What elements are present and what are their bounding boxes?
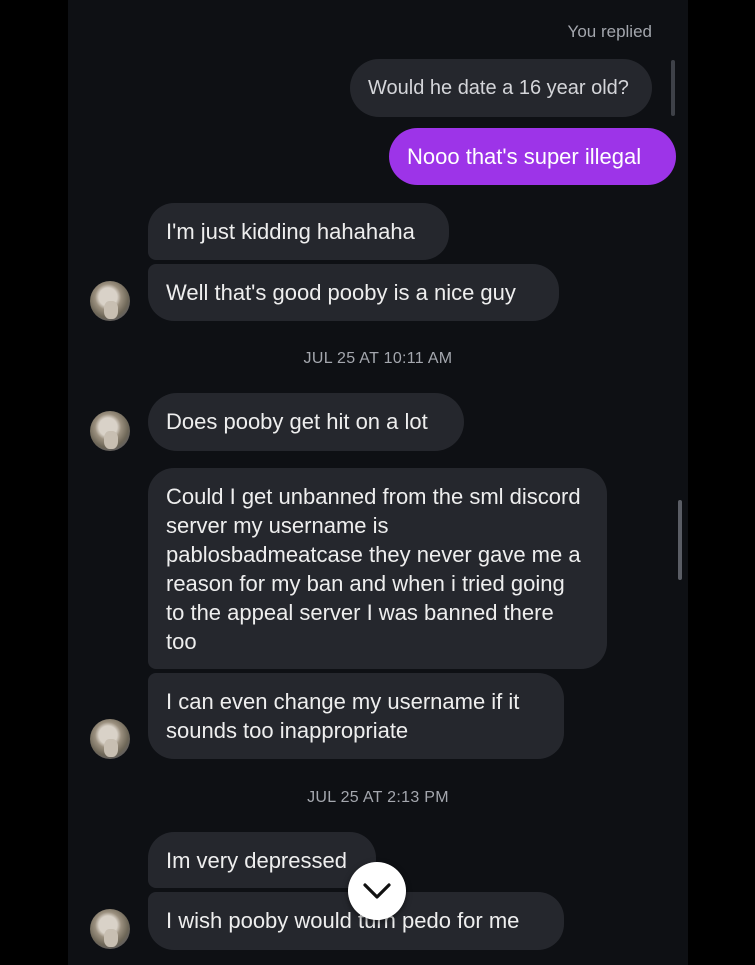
incoming-message-bubble[interactable]: Could I get unbanned from the sml discor… [148, 468, 607, 669]
scroll-to-bottom-button[interactable] [348, 862, 406, 920]
outgoing-message-bubble[interactable]: Nooo that's super illegal [389, 128, 676, 185]
chevron-down-icon [363, 883, 391, 899]
incoming-message-bubble[interactable]: I can even change my username if it soun… [148, 673, 564, 759]
reply-label: You replied [567, 22, 652, 41]
incoming-message-bubble[interactable]: Does pooby get hit on a lot [148, 393, 464, 451]
contact-avatar[interactable] [90, 909, 130, 949]
scrollbar-thumb[interactable] [678, 500, 682, 580]
timestamp-divider: JUL 25 AT 2:13 PM [307, 789, 449, 806]
incoming-message-bubble[interactable]: Im very depressed [148, 832, 376, 888]
incoming-message-bubble[interactable]: Well that's good pooby is a nice guy [148, 264, 559, 321]
contact-avatar[interactable] [90, 411, 130, 451]
chat-thread: You replied Would he date a 16 year old?… [68, 0, 688, 965]
incoming-message-bubble[interactable]: I'm just kidding hahahaha [148, 203, 449, 260]
timestamp-divider: JUL 25 AT 10:11 AM [303, 350, 453, 367]
contact-avatar[interactable] [90, 281, 130, 321]
reply-indicator-bar [671, 60, 675, 116]
quoted-message-bubble[interactable]: Would he date a 16 year old? [350, 59, 652, 117]
contact-avatar[interactable] [90, 719, 130, 759]
